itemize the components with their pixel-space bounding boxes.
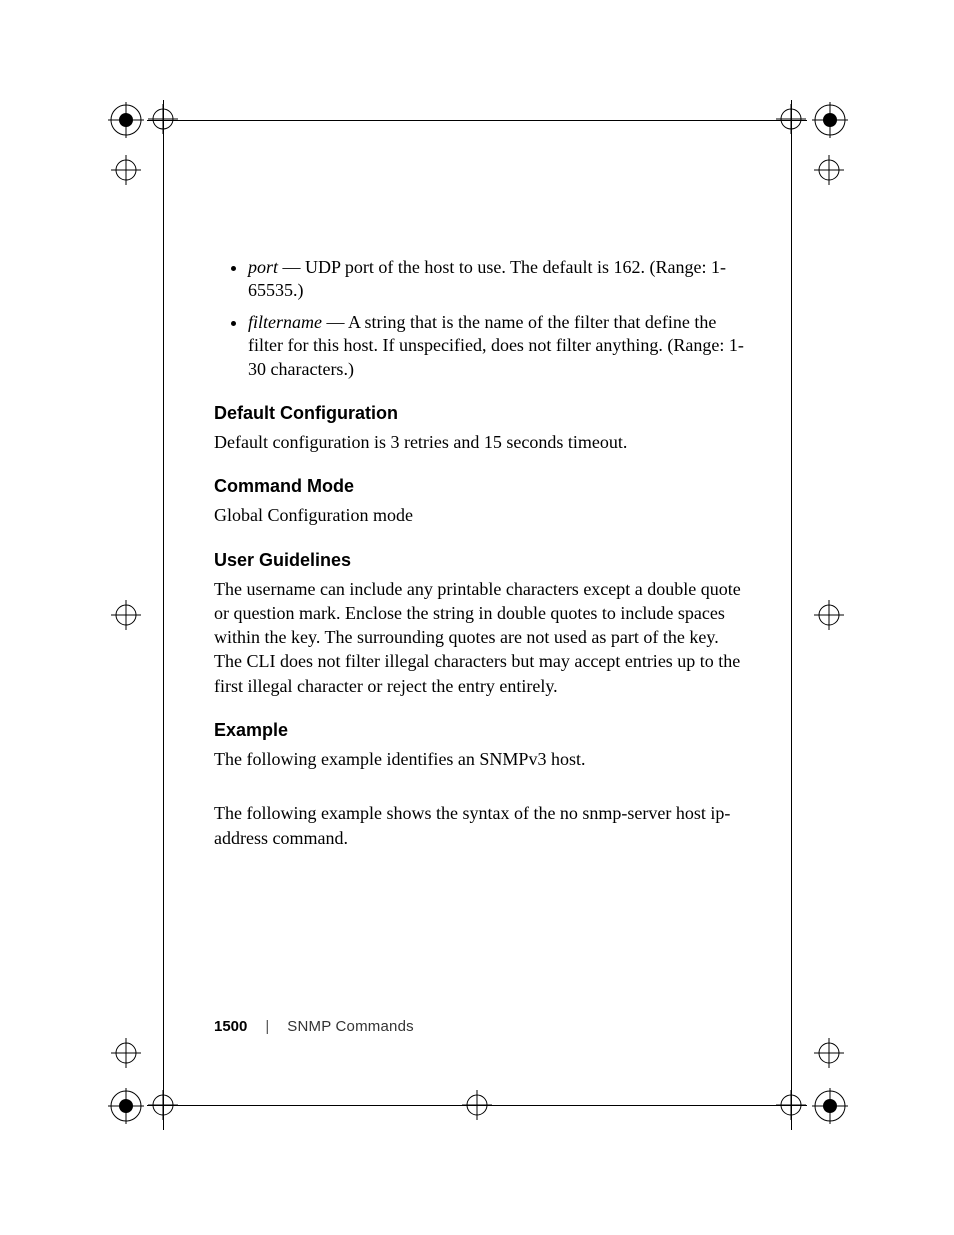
heading-example: Example [214, 720, 744, 741]
crop-line [147, 120, 807, 121]
registration-mark-icon [111, 155, 141, 185]
registration-mark-icon [148, 1090, 178, 1120]
param-term: port [248, 257, 278, 277]
registration-mark-icon [108, 102, 144, 138]
registration-mark-icon [462, 1090, 492, 1120]
registration-mark-icon [814, 155, 844, 185]
list-item: filtername — A string that is the name o… [248, 311, 744, 381]
registration-mark-icon [108, 1088, 144, 1124]
para: Default configuration is 3 retries and 1… [214, 430, 744, 454]
registration-mark-icon [814, 1038, 844, 1068]
para: The username can include any printable c… [214, 577, 744, 698]
heading-default-configuration: Default Configuration [214, 403, 744, 424]
registration-mark-icon [776, 1090, 806, 1120]
registration-mark-icon [148, 104, 178, 134]
param-desc: — A string that is the name of the filte… [248, 312, 744, 379]
para: The following example identifies an SNMP… [214, 747, 744, 771]
registration-mark-icon [111, 600, 141, 630]
page-number: 1500 [214, 1018, 247, 1035]
crop-line [163, 100, 164, 1130]
heading-command-mode: Command Mode [214, 476, 744, 497]
param-desc: — UDP port of the host to use. The defau… [248, 257, 726, 300]
param-list: port — UDP port of the host to use. The … [214, 256, 744, 381]
list-item: port — UDP port of the host to use. The … [248, 256, 744, 303]
registration-mark-icon [812, 102, 848, 138]
registration-mark-icon [812, 1088, 848, 1124]
para: Global Configuration mode [214, 503, 744, 527]
registration-mark-icon [776, 104, 806, 134]
page-footer: 1500 | SNMP Commands [214, 1018, 414, 1035]
registration-mark-icon [111, 1038, 141, 1068]
crop-line [791, 100, 792, 1130]
page-body: port — UDP port of the host to use. The … [214, 256, 744, 864]
param-term: filtername [248, 312, 322, 332]
section-name: SNMP Commands [287, 1018, 414, 1035]
footer-separator: | [265, 1018, 269, 1035]
para: The following example shows the syntax o… [214, 801, 744, 850]
registration-mark-icon [814, 600, 844, 630]
heading-user-guidelines: User Guidelines [214, 550, 744, 571]
